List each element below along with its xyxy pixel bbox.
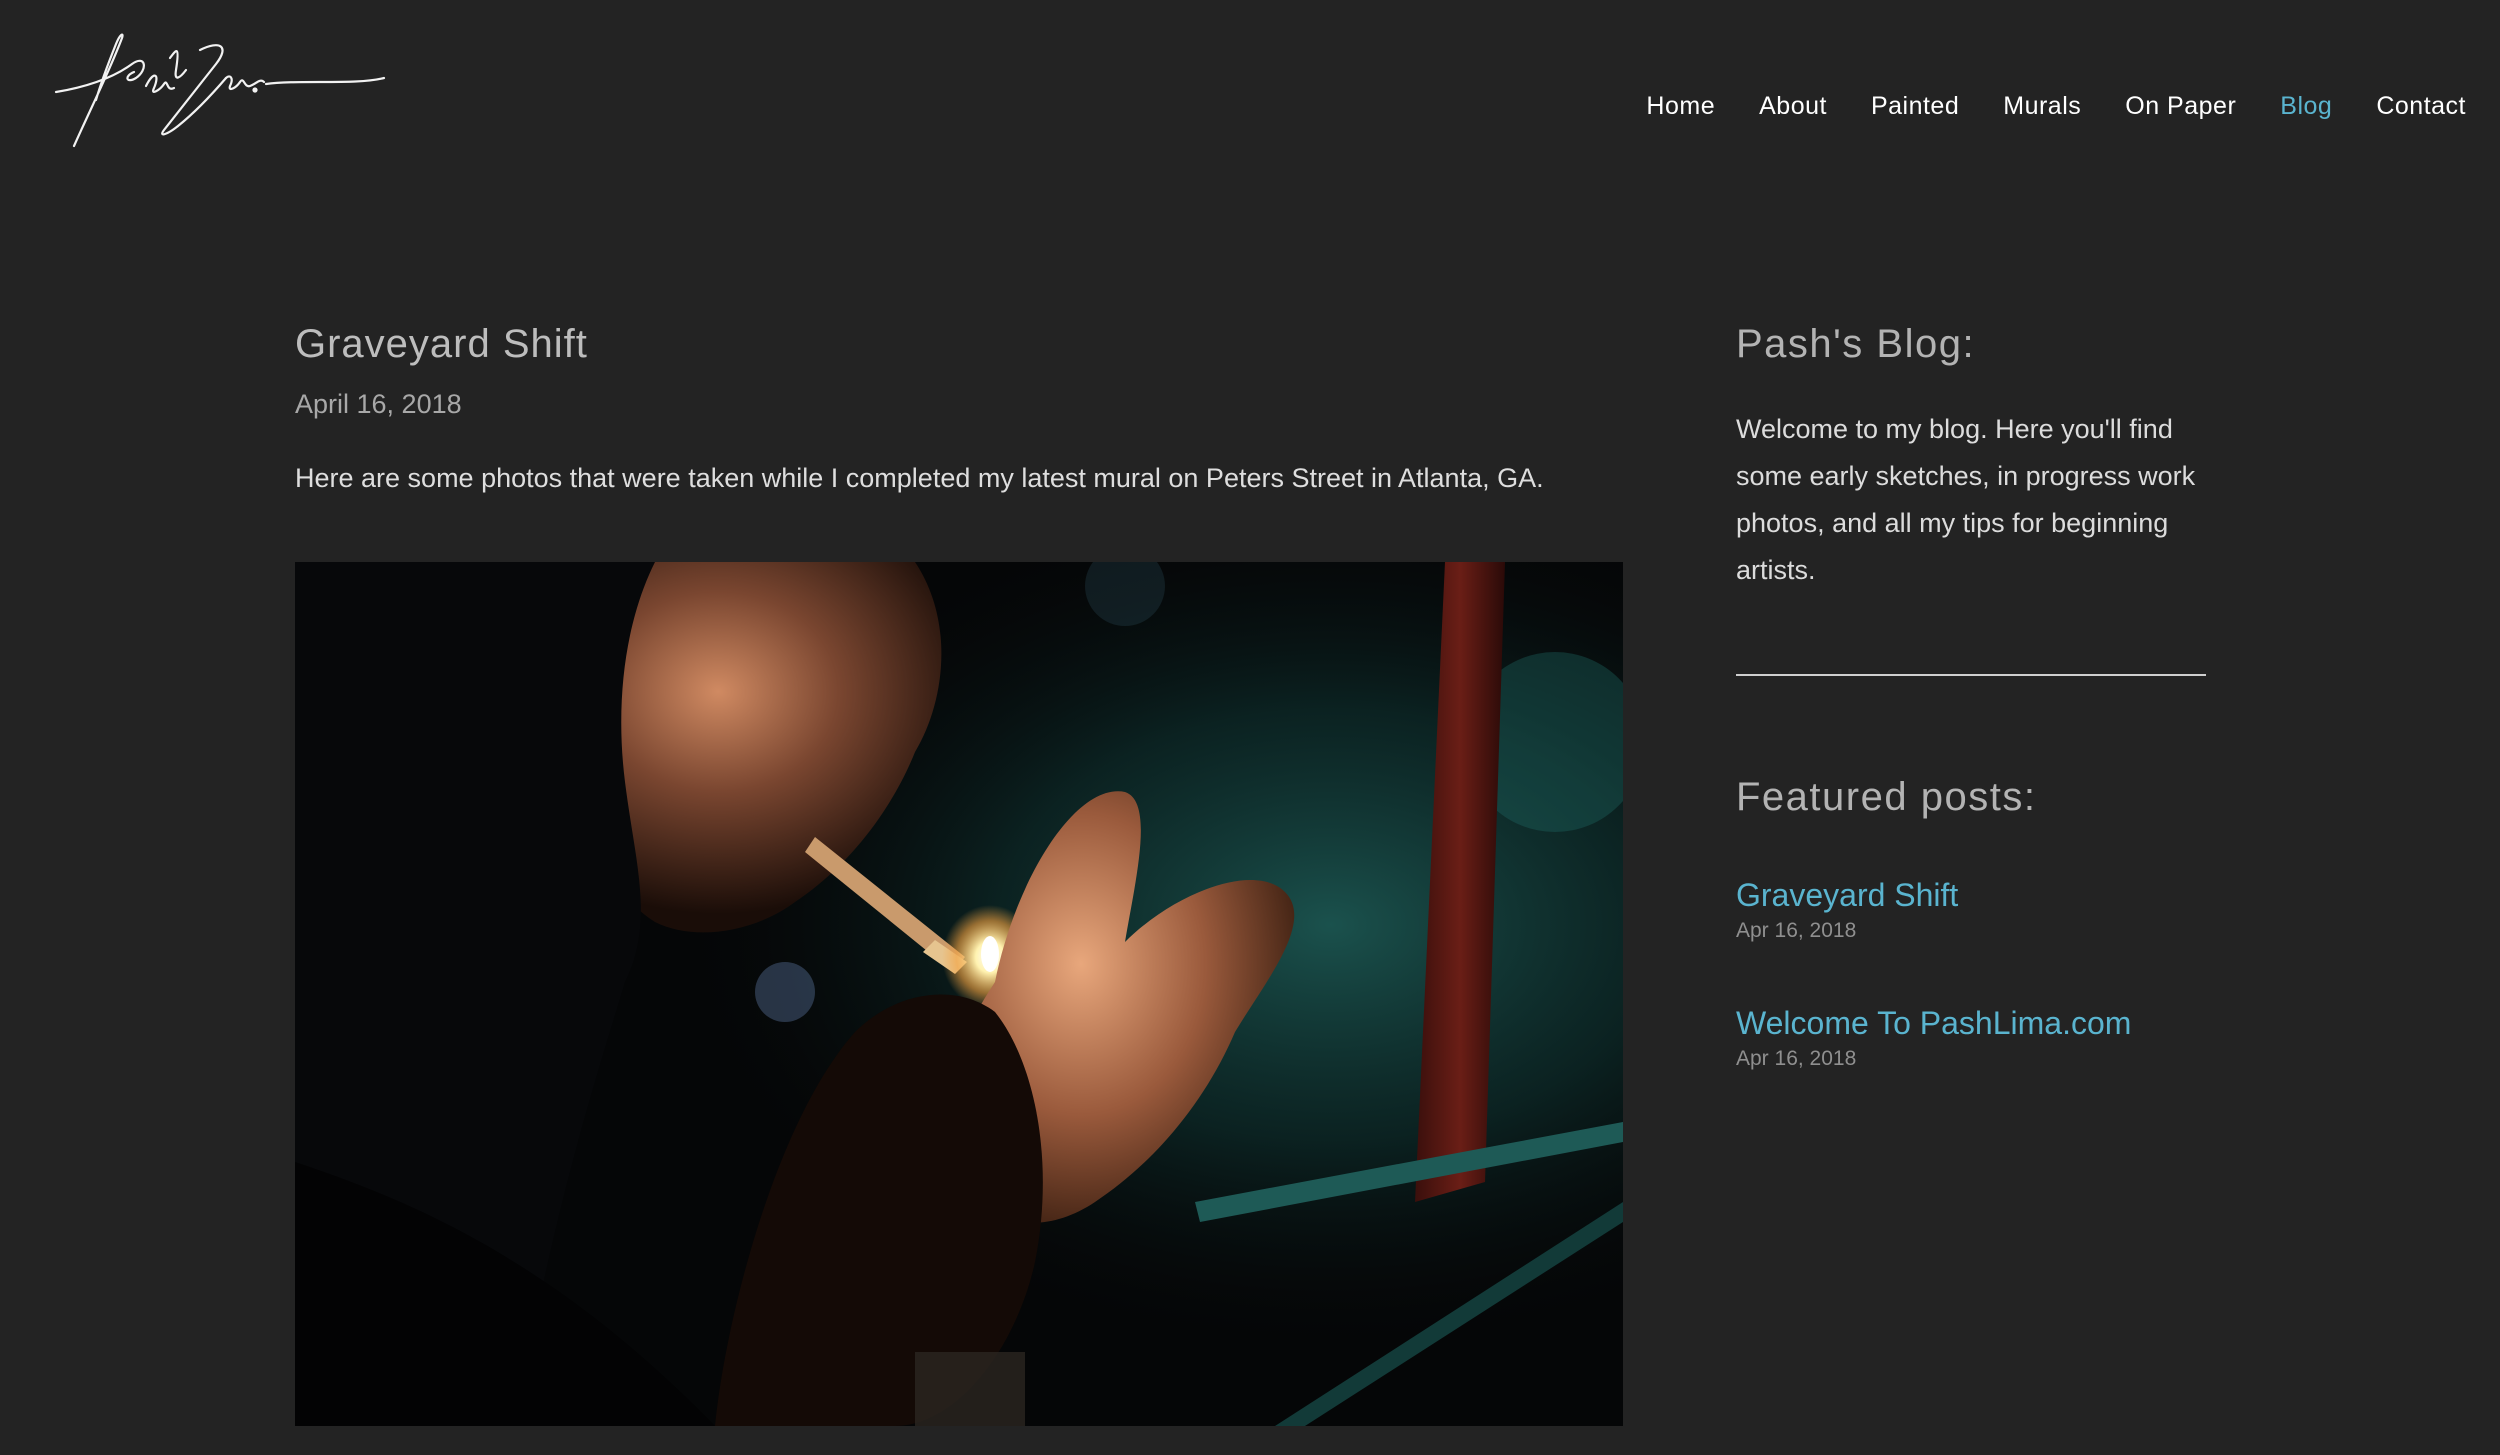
post-date: April 16, 2018	[295, 389, 462, 419]
main-nav: Home About Painted Murals On Paper Blog …	[1646, 92, 2466, 121]
nav-on-paper[interactable]: On Paper	[2125, 92, 2236, 121]
sidebar-intro: Welcome to my blog. Here you'll find som…	[1736, 414, 2196, 585]
sidebar-divider	[1736, 674, 2206, 676]
nav-about[interactable]: About	[1759, 92, 1827, 121]
nav-murals[interactable]: Murals	[2003, 92, 2081, 121]
featured-post-date: Apr 16, 2018	[1736, 1047, 1857, 1070]
featured-post-date: Apr 16, 2018	[1736, 919, 1857, 942]
photo-image	[295, 562, 1623, 1426]
featured-post-link[interactable]: Graveyard Shift	[1736, 875, 2206, 915]
post-photo[interactable]	[295, 562, 1623, 1426]
nav-contact[interactable]: Contact	[2376, 92, 2466, 121]
nav-painted[interactable]: Painted	[1871, 92, 1959, 121]
featured-post: Graveyard Shift Apr 16, 2018	[1736, 875, 2206, 943]
blog-sidebar: Pash's Blog: Welcome to my blog. Here yo…	[1736, 318, 2206, 1131]
post-title[interactable]: Graveyard Shift	[295, 318, 1625, 370]
nav-home[interactable]: Home	[1646, 92, 1715, 121]
site-logo[interactable]	[50, 30, 390, 155]
nav-blog[interactable]: Blog	[2280, 92, 2332, 121]
featured-posts-list: Graveyard Shift Apr 16, 2018 Welcome To …	[1736, 875, 2206, 1071]
featured-post-link[interactable]: Welcome To PashLima.com	[1736, 1003, 2206, 1043]
blog-post: Graveyard Shift April 16, 2018 Here are …	[295, 318, 1625, 498]
featured-heading: Featured posts:	[1736, 775, 2037, 819]
post-body: Here are some photos that were taken whi…	[295, 463, 1544, 493]
featured-post: Welcome To PashLima.com Apr 16, 2018	[1736, 1003, 2206, 1071]
signature-logo-icon	[54, 33, 386, 148]
sidebar-heading: Pash's Blog:	[1736, 322, 1976, 366]
